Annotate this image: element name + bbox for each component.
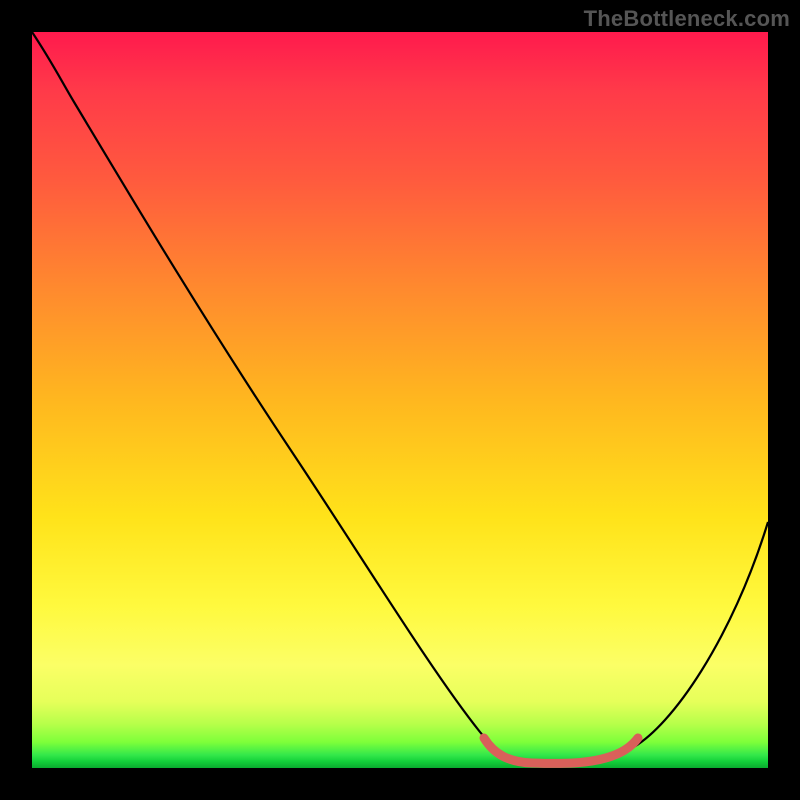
chart-frame: TheBottleneck.com [0, 0, 800, 800]
watermark-text: TheBottleneck.com [584, 6, 790, 32]
bottleneck-curve [32, 32, 768, 764]
optimal-range-marker [484, 738, 638, 763]
curve-layer [32, 32, 768, 768]
plot-area [32, 32, 768, 768]
